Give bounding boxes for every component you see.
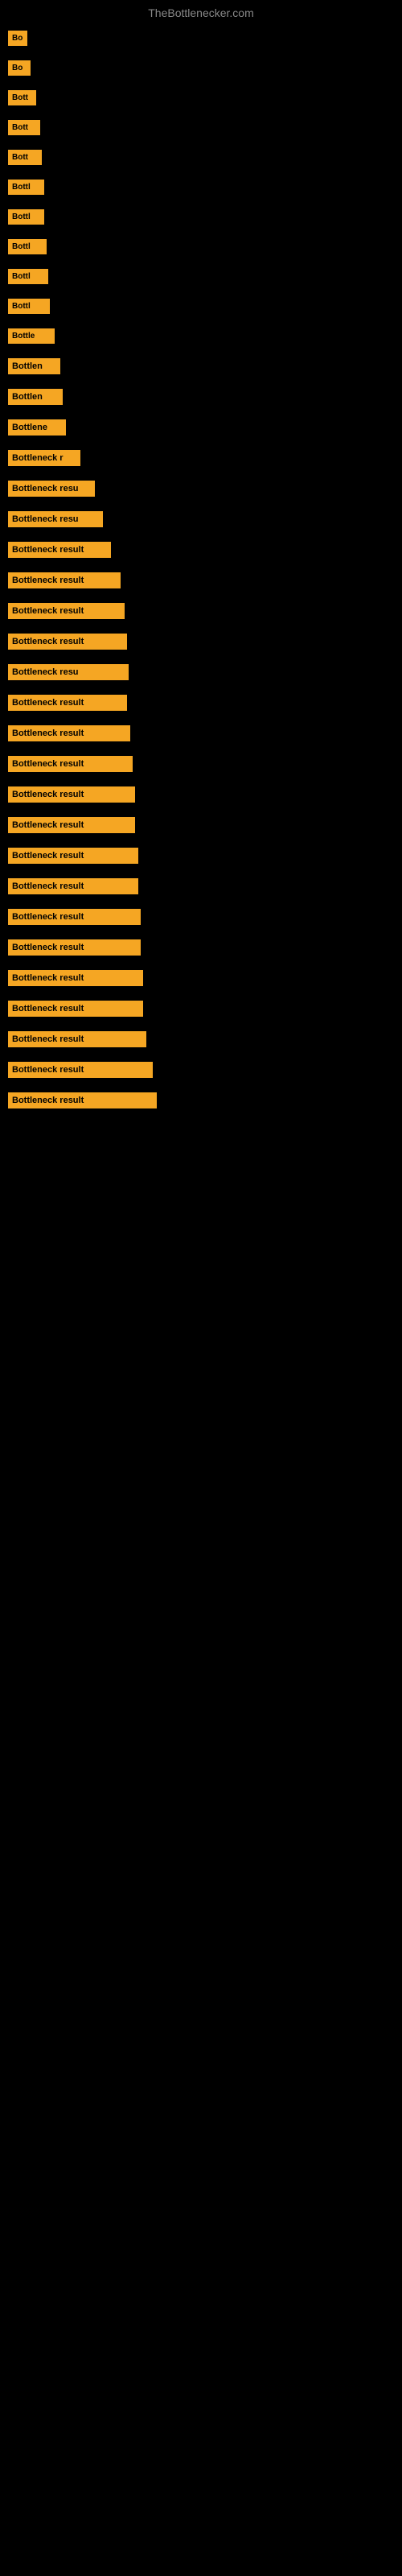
bottleneck-label: Bottleneck resu	[8, 481, 95, 497]
bottleneck-label: Bottleneck result	[8, 756, 133, 772]
bottleneck-label: Bottleneck result	[8, 542, 111, 558]
bottleneck-label: Bottl	[8, 209, 44, 225]
list-item: Bottl	[0, 262, 402, 291]
bottleneck-label: Bottle	[8, 328, 55, 344]
list-item: Bottlen	[0, 352, 402, 381]
list-item: Bott	[0, 114, 402, 142]
bottleneck-label: Bottl	[8, 299, 50, 314]
bottleneck-label: Bottleneck result	[8, 970, 143, 986]
list-item: Bottle	[0, 322, 402, 350]
bottleneck-label: Bottleneck result	[8, 848, 138, 864]
bottleneck-label: Bott	[8, 150, 42, 165]
list-item: Bo	[0, 54, 402, 82]
list-item: Bottleneck result	[0, 964, 402, 993]
bottleneck-label: Bottleneck r	[8, 450, 80, 466]
list-item: Bottleneck resu	[0, 505, 402, 534]
bottleneck-label: Bottleneck result	[8, 817, 135, 833]
list-item: Bottleneck result	[0, 627, 402, 656]
bottleneck-label: Bottleneck result	[8, 725, 130, 741]
bottleneck-label: Bott	[8, 120, 40, 135]
bottleneck-label: Bottleneck resu	[8, 511, 103, 527]
bottleneck-label: Bottleneck result	[8, 634, 127, 650]
list-item: Bottl	[0, 292, 402, 320]
bottleneck-label: Bottleneck result	[8, 939, 141, 956]
list-item: Bottl	[0, 233, 402, 261]
list-item: Bottleneck result	[0, 933, 402, 962]
bottleneck-label: Bottlen	[8, 358, 60, 374]
bottleneck-label: Bottleneck result	[8, 603, 125, 619]
bottleneck-label: Bottleneck resu	[8, 664, 129, 680]
list-item: Bottleneck result	[0, 780, 402, 809]
list-item: Bottleneck result	[0, 719, 402, 748]
list-item: Bottleneck result	[0, 566, 402, 595]
list-item: Bottleneck resu	[0, 474, 402, 503]
bottleneck-label: Bottleneck result	[8, 878, 138, 894]
list-item: Bottleneck result	[0, 994, 402, 1023]
list-item: Bottlene	[0, 413, 402, 442]
list-item: Bottleneck r	[0, 444, 402, 473]
site-title: TheBottlenecker.com	[0, 0, 402, 23]
bottleneck-label: Bottl	[8, 269, 48, 284]
list-item: Bott	[0, 143, 402, 171]
bottleneck-label: Bottleneck result	[8, 1062, 153, 1078]
bottleneck-label: Bottl	[8, 239, 47, 254]
list-item: Bottlen	[0, 382, 402, 411]
list-item: Bottleneck result	[0, 811, 402, 840]
list-item: Bottleneck result	[0, 749, 402, 778]
bottleneck-label: Bottlene	[8, 419, 66, 436]
list-item: Bottleneck result	[0, 535, 402, 564]
bottleneck-label: Bottlen	[8, 389, 63, 405]
list-item: Bo	[0, 24, 402, 52]
bottleneck-label: Bottleneck result	[8, 786, 135, 803]
list-item: Bottleneck result	[0, 1055, 402, 1084]
bottleneck-label: Bottleneck result	[8, 1001, 143, 1017]
list-item: Bottleneck result	[0, 841, 402, 870]
list-item: Bottleneck result	[0, 1086, 402, 1115]
bottleneck-label: Bottleneck result	[8, 1031, 146, 1047]
bottleneck-label: Bottleneck result	[8, 695, 127, 711]
list-item: Bottleneck result	[0, 1025, 402, 1054]
list-item: Bottleneck result	[0, 688, 402, 717]
bottleneck-label: Bottleneck result	[8, 572, 121, 588]
items-container: Bo Bo Bott Bott Bott Bottl Bottl Bottl Bottl Bott…	[0, 24, 402, 1117]
list-item: Bottleneck result	[0, 872, 402, 901]
list-item: Bott	[0, 84, 402, 112]
list-item: Bottleneck resu	[0, 658, 402, 687]
list-item: Bottl	[0, 173, 402, 201]
list-item: Bottleneck result	[0, 902, 402, 931]
list-item: Bottleneck result	[0, 597, 402, 625]
bottleneck-label: Bottleneck result	[8, 909, 141, 925]
list-item: Bottl	[0, 203, 402, 231]
bottleneck-label: Bottleneck result	[8, 1092, 157, 1108]
bottleneck-label: Bo	[8, 31, 27, 46]
bottleneck-label: Bo	[8, 60, 31, 76]
bottleneck-label: Bott	[8, 90, 36, 105]
bottleneck-label: Bottl	[8, 180, 44, 195]
